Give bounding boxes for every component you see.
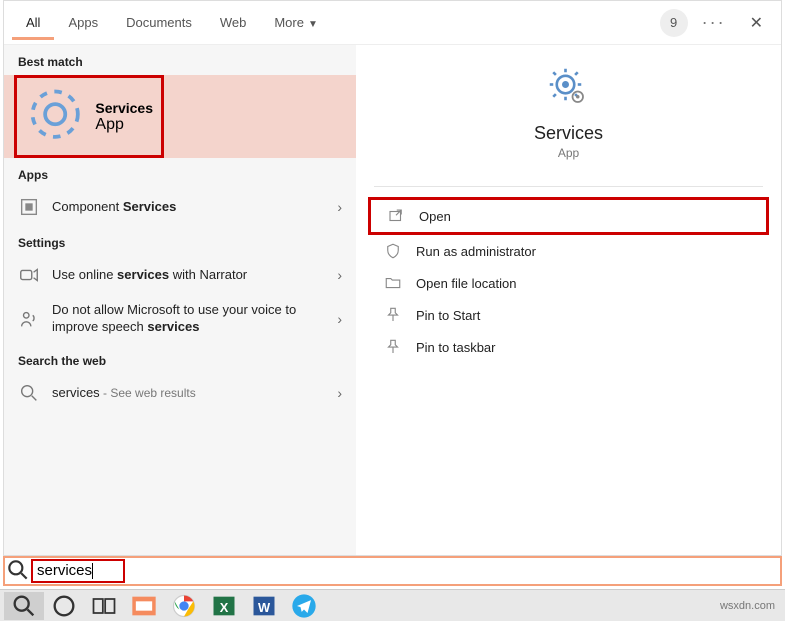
- chevron-right-icon: ›: [337, 311, 342, 327]
- best-match-result[interactable]: Services App: [14, 75, 164, 158]
- action-label: Pin to Start: [416, 308, 480, 323]
- chevron-right-icon: ›: [337, 267, 342, 283]
- detail-title: Services: [534, 123, 603, 144]
- text-cursor: [92, 563, 93, 579]
- taskbar-telegram-icon[interactable]: [284, 592, 324, 620]
- filter-tabs: All Apps Documents Web More▼ 9 ··· ✕: [4, 1, 781, 45]
- speech-icon: [18, 308, 40, 330]
- result-label: services - See web results: [52, 385, 337, 402]
- watermark: wsxdn.com: [720, 600, 781, 612]
- tab-documents[interactable]: Documents: [112, 5, 206, 40]
- tab-apps[interactable]: Apps: [54, 5, 112, 40]
- open-icon: [387, 207, 405, 225]
- folder-icon: [384, 274, 402, 292]
- rewards-badge[interactable]: 9: [660, 9, 688, 37]
- results-list: Best match Services App Apps Component S…: [4, 45, 356, 555]
- admin-icon: [384, 242, 402, 260]
- result-speech[interactable]: Do not allow Microsoft to use your voice…: [4, 294, 356, 344]
- taskbar-search-button[interactable]: [4, 592, 44, 620]
- search-input[interactable]: services: [31, 559, 780, 583]
- taskbar-chrome-icon[interactable]: [164, 592, 204, 620]
- section-best-match: Best match: [4, 45, 356, 75]
- taskbar-app-1[interactable]: [124, 592, 164, 620]
- detail-sub: App: [558, 146, 579, 160]
- action-label: Open file location: [416, 276, 516, 291]
- svg-text:X: X: [220, 599, 229, 614]
- section-apps: Apps: [4, 158, 356, 188]
- tab-all[interactable]: All: [12, 5, 54, 40]
- taskbar-cortana-button[interactable]: [44, 592, 84, 620]
- action-pin-taskbar[interactable]: Pin to taskbar: [368, 331, 769, 363]
- detail-pane: Services App Open Run as administrator O…: [356, 45, 781, 555]
- result-web-search[interactable]: services - See web results ›: [4, 374, 356, 412]
- action-pin-start[interactable]: Pin to Start: [368, 299, 769, 331]
- close-button[interactable]: ✕: [740, 7, 773, 39]
- action-label: Open: [419, 209, 451, 224]
- taskbar: X W wsxdn.com: [0, 589, 785, 621]
- separator: [374, 186, 763, 187]
- chevron-down-icon: ▼: [308, 19, 318, 30]
- result-narrator[interactable]: Use online services with Narrator ›: [4, 256, 356, 294]
- detail-header: Services App: [356, 45, 781, 176]
- section-settings: Settings: [4, 226, 356, 256]
- action-label: Run as administrator: [416, 244, 536, 259]
- result-component-services[interactable]: Component Services ›: [4, 188, 356, 226]
- search-panel: All Apps Documents Web More▼ 9 ··· ✕ Bes…: [3, 0, 782, 556]
- more-options-icon[interactable]: ···: [702, 12, 726, 33]
- component-icon: [18, 196, 40, 218]
- search-box[interactable]: services: [3, 556, 782, 586]
- action-label: Pin to taskbar: [416, 340, 496, 355]
- gear-icon: [25, 84, 85, 149]
- action-open[interactable]: Open: [368, 197, 769, 235]
- results-body: Best match Services App Apps Component S…: [4, 45, 781, 555]
- services-gear-icon: [548, 67, 590, 109]
- search-icon: [5, 557, 31, 586]
- result-label: Use online services with Narrator: [52, 267, 337, 284]
- action-run-admin[interactable]: Run as administrator: [368, 235, 769, 267]
- action-open-location[interactable]: Open file location: [368, 267, 769, 299]
- chevron-right-icon: ›: [337, 199, 342, 215]
- taskbar-excel-icon[interactable]: X: [204, 592, 244, 620]
- best-match-title: Services: [95, 100, 153, 116]
- search-icon: [18, 382, 40, 404]
- narrator-icon: [18, 264, 40, 286]
- taskbar-taskview-button[interactable]: [84, 592, 124, 620]
- svg-text:W: W: [258, 599, 271, 614]
- section-web: Search the web: [4, 344, 356, 374]
- tab-more[interactable]: More▼: [260, 5, 332, 40]
- best-match-row[interactable]: Services App: [4, 75, 356, 158]
- pin-icon: [384, 306, 402, 324]
- best-match-sub: App: [95, 116, 153, 134]
- taskbar-word-icon[interactable]: W: [244, 592, 284, 620]
- result-label: Do not allow Microsoft to use your voice…: [52, 302, 337, 336]
- result-label: Component Services: [52, 199, 337, 216]
- chevron-right-icon: ›: [337, 385, 342, 401]
- tab-web[interactable]: Web: [206, 5, 261, 40]
- pin-icon: [384, 338, 402, 356]
